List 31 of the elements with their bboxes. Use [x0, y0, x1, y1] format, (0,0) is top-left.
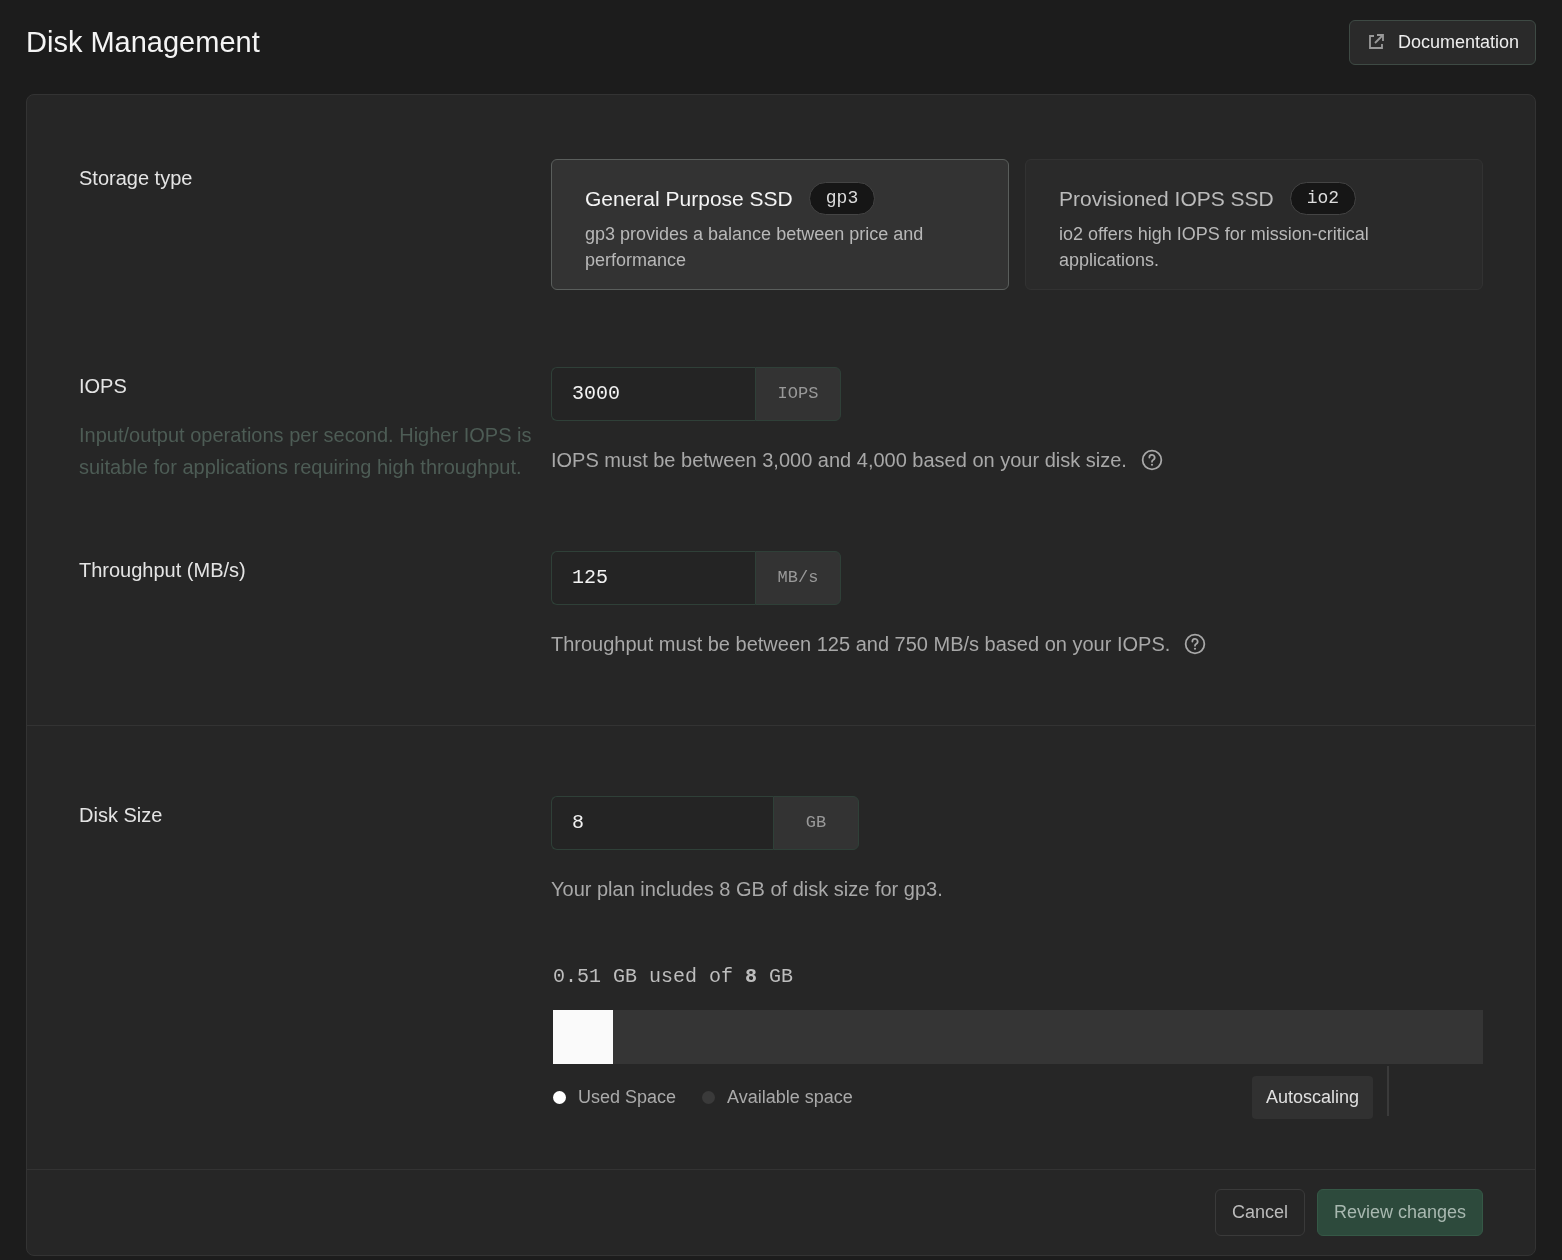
help-text: Throughput must be between 125 and 750 MB/s based on your IOPS. — [551, 632, 1171, 657]
disk-size-field[interactable]: 8 — [551, 796, 773, 850]
type-tag: io2 — [1289, 182, 1357, 215]
help-icon — [1184, 633, 1207, 655]
throughput-field[interactable]: 125 — [551, 551, 755, 605]
page-title: Disk Management — [26, 24, 260, 60]
help-text: Your plan includes 8 GB of disk size for gp3. — [551, 877, 943, 902]
field-label: Disk Size — [79, 803, 164, 828]
field-label: Storage type — [79, 166, 194, 191]
help-text: IOPS must be between 3,000 and 4,000 based on your disk size. — [551, 448, 1127, 473]
legend-label: Available space — [727, 1086, 853, 1109]
storage-option-card[interactable]: General Purpose SSD gp3 gp3 provides a balance between price and performance — [551, 159, 1009, 290]
type-tag: gp3 — [808, 182, 876, 215]
autoscaling-button[interactable]: Autoscaling — [1251, 1076, 1373, 1119]
cancel-button[interactable]: Cancel — [1214, 1189, 1305, 1236]
field-label: Throughput (MB/s) — [79, 558, 247, 583]
iops-field[interactable]: 3000 — [551, 367, 755, 421]
unit-label: MB/s — [755, 551, 841, 605]
option-title: General Purpose SSD — [585, 185, 793, 212]
help-icon — [1140, 449, 1163, 471]
storage-option-card[interactable]: Provisioned IOPS SSD io2 io2 offers high IOPS for mission-critical applications. — [1025, 159, 1483, 290]
option-description: gp3 provides a balance between price and performance — [585, 223, 925, 272]
documentation-button[interactable]: Documentation — [1348, 19, 1536, 65]
field-label: IOPS — [79, 374, 128, 399]
usage-text: 0.51 GB used of 8 GB — [552, 964, 795, 990]
option-title: Provisioned IOPS SSD — [1059, 185, 1274, 212]
unit-label: IOPS — [755, 367, 841, 421]
option-description: io2 offers high IOPS for mission-critical applications. — [1059, 223, 1370, 272]
review-changes-button[interactable]: Review changes — [1316, 1189, 1483, 1236]
legend-label: Used Space — [578, 1086, 677, 1109]
unit-label: GB — [773, 796, 859, 850]
